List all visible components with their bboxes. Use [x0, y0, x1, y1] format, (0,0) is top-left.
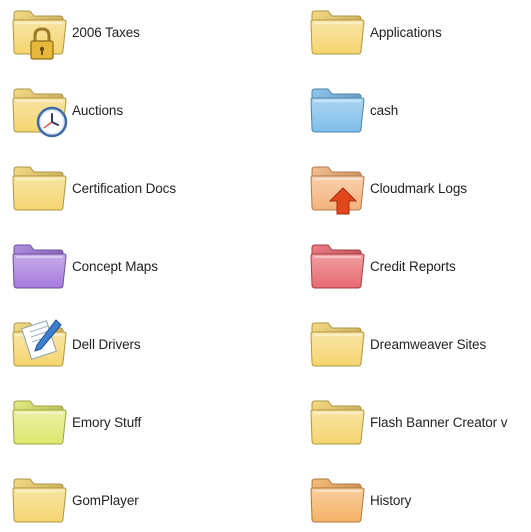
folder-label: History — [370, 492, 412, 508]
folder-item[interactable]: Cloudmark Logs — [306, 156, 467, 220]
folder-item[interactable]: Dell Drivers — [8, 312, 141, 376]
folder-item[interactable]: Applications — [306, 0, 442, 64]
folder-label: Applications — [370, 24, 442, 40]
folder-icon — [306, 0, 370, 64]
folder-item[interactable]: Auctions — [8, 78, 123, 142]
folder-label: GomPlayer — [72, 492, 139, 508]
folder-icon — [8, 0, 72, 64]
folder-icon — [306, 312, 370, 376]
folder-icon — [8, 78, 72, 142]
folder-item[interactable]: Flash Banner Creator v — [306, 390, 507, 454]
folder-label: Dreamweaver Sites — [370, 336, 487, 352]
folder-icon — [8, 468, 72, 532]
folder-item[interactable]: Credit Reports — [306, 234, 456, 298]
folder-label: Concept Maps — [72, 258, 158, 274]
folder-label: 2006 Taxes — [72, 24, 140, 40]
folder-label: Certification Docs — [72, 180, 176, 196]
folder-label: Credit Reports — [370, 258, 456, 274]
folder-icon — [8, 390, 72, 454]
folder-icon — [306, 234, 370, 298]
folder-icon — [8, 156, 72, 220]
folder-label: Flash Banner Creator v — [370, 414, 508, 430]
folder-icon — [8, 312, 72, 376]
folder-item[interactable]: Certification Docs — [8, 156, 176, 220]
folder-item[interactable]: cash — [306, 78, 398, 142]
folder-label: Cloudmark Logs — [370, 180, 467, 196]
folder-item[interactable]: Emory Stuff — [8, 390, 141, 454]
folder-label: Auctions — [72, 102, 123, 118]
folder-icon — [306, 390, 370, 454]
folder-label: cash — [370, 102, 399, 118]
folder-item[interactable]: History — [306, 468, 411, 532]
folder-icon — [8, 234, 72, 298]
folder-item[interactable]: GomPlayer — [8, 468, 139, 532]
folder-icon — [306, 78, 370, 142]
folder-label: Dell Drivers — [72, 336, 141, 352]
folder-icon — [306, 156, 370, 220]
clock-icon — [36, 106, 68, 138]
folder-item[interactable]: 2006 Taxes — [8, 0, 140, 64]
folder-label: Emory Stuff — [72, 414, 142, 430]
folder-icon — [306, 468, 370, 532]
folder-item[interactable]: Dreamweaver Sites — [306, 312, 486, 376]
folder-item[interactable]: Concept Maps — [8, 234, 158, 298]
